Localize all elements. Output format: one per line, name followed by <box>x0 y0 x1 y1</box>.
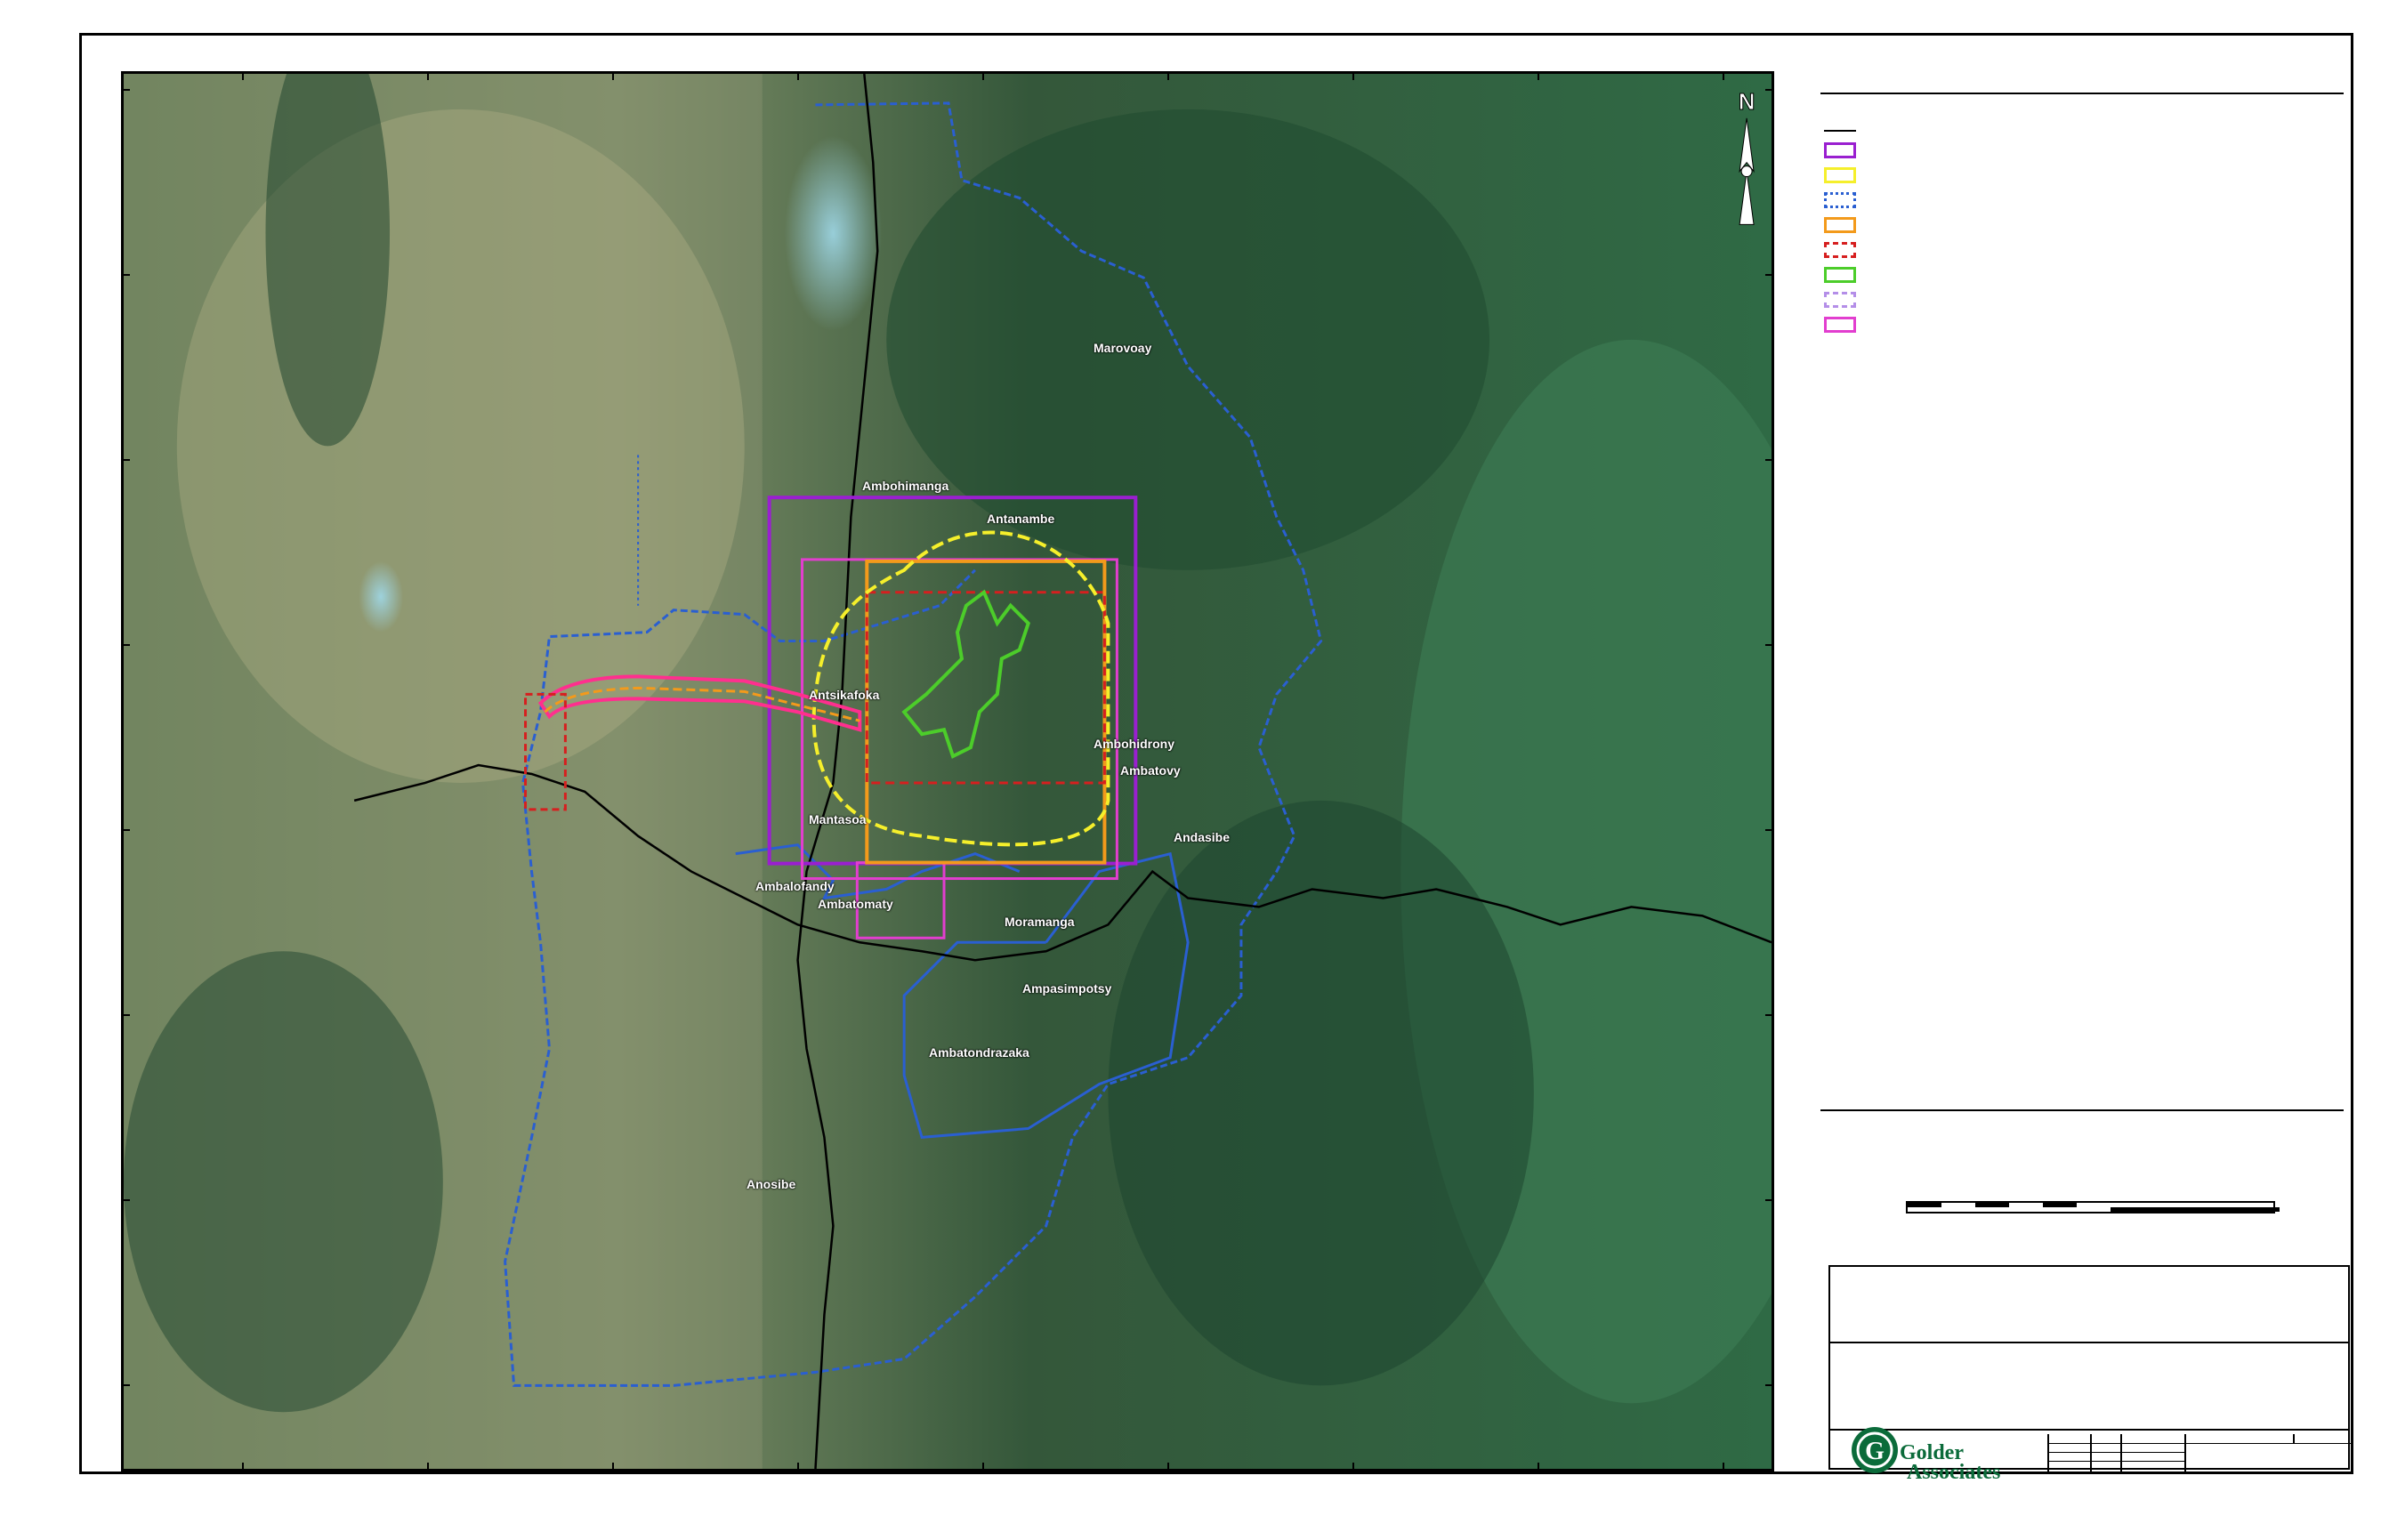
grid-tick <box>1765 459 1774 461</box>
title-block-divider <box>1830 1342 2348 1343</box>
place-label: Mantasoa <box>809 812 867 826</box>
grid-tick <box>427 1463 429 1471</box>
legend-bottom-rule <box>1820 1109 2344 1111</box>
svg-text:G: G <box>1865 1438 1885 1465</box>
legend-swatch-orange <box>1824 217 1856 233</box>
place-label: Ambatondrazaka <box>929 1045 1029 1060</box>
place-label: Ambohidrony <box>1094 737 1174 751</box>
scale-bar <box>1906 1201 2280 1213</box>
grid-tick <box>121 274 130 276</box>
forest-south <box>1108 800 1534 1386</box>
title-block: G <box>1828 1265 2352 1473</box>
place-label: Moramanga <box>1005 915 1075 929</box>
place-label: Marovoay <box>1094 341 1152 355</box>
legend-swatch-yellow <box>1824 167 1856 183</box>
grid-tick <box>121 1384 130 1386</box>
grid-tick <box>1765 89 1774 91</box>
company-wordmark-line2: Associates <box>1907 1461 2001 1484</box>
company-wordmark-line1: Golder <box>1900 1441 1964 1464</box>
grid-tick <box>121 89 130 91</box>
grid-tick <box>242 1463 244 1471</box>
svg-text:N: N <box>1739 90 1755 115</box>
golder-logo-icon: G <box>1852 1427 1898 1473</box>
grid-tick <box>797 71 799 80</box>
place-label: Ampasimpotsy <box>1022 981 1112 996</box>
grid-tick <box>1765 1384 1774 1386</box>
scale-segment <box>1975 1203 2009 1207</box>
legend-swatch-green <box>1824 267 1856 283</box>
grid-tick <box>797 1463 799 1471</box>
cloud-haze-small <box>359 560 403 633</box>
grassland-area <box>176 109 745 783</box>
place-label: Antanambe <box>987 512 1055 526</box>
place-label: Antsikafoka <box>809 688 880 702</box>
satellite-map[interactable]: N Marovoay Ambohimanga Antanambe Antsika… <box>121 71 1774 1471</box>
legend-swatch-purple <box>1824 142 1856 158</box>
scale-segment <box>1908 1203 1941 1207</box>
legend-top-rule <box>1820 93 2344 94</box>
scale-segment <box>2111 1207 2280 1212</box>
grid-tick <box>1167 1463 1169 1471</box>
forest-southwest <box>124 951 443 1413</box>
revision-table <box>2047 1434 2352 1471</box>
place-label: Andasibe <box>1174 830 1231 844</box>
map-canvas: N <box>124 74 1772 1469</box>
grid-tick <box>1765 1014 1774 1016</box>
grid-tick <box>612 71 614 80</box>
grid-tick <box>1765 829 1774 831</box>
grid-tick <box>1765 1199 1774 1201</box>
grid-tick <box>121 644 130 646</box>
legend-swatch-lilac-dashed <box>1824 292 1856 308</box>
grid-tick <box>121 829 130 831</box>
grid-tick <box>1538 71 1539 80</box>
grid-tick <box>121 1199 130 1201</box>
place-label: Ambatomaty <box>818 897 893 911</box>
legend-swatch-red-dashed <box>1824 242 1856 258</box>
grid-tick <box>121 1014 130 1016</box>
place-label: Ambalofandy <box>755 879 835 893</box>
grid-tick <box>982 71 984 80</box>
grid-tick <box>612 1463 614 1471</box>
grid-tick <box>1723 71 1724 80</box>
legend-swatch-magenta <box>1824 317 1856 333</box>
company-wordmark: Golder Associates <box>1900 1441 2001 1484</box>
grid-tick <box>1765 644 1774 646</box>
place-label: Ambohimanga <box>862 479 949 493</box>
forest-north <box>886 109 1490 570</box>
grid-tick <box>1723 1463 1724 1471</box>
grid-tick <box>121 459 130 461</box>
cloud-haze <box>784 135 883 331</box>
grid-tick <box>242 71 244 80</box>
grid-tick <box>982 1463 984 1471</box>
grid-tick <box>1352 71 1354 80</box>
legend-road-line <box>1824 130 1856 132</box>
grid-tick <box>1167 71 1169 80</box>
grid-tick <box>427 71 429 80</box>
scale-segment <box>2043 1203 2077 1207</box>
legend-swatch-blue-dotted <box>1824 192 1856 208</box>
grid-tick <box>1765 274 1774 276</box>
place-label: Anosibe <box>747 1177 796 1191</box>
grid-tick <box>1538 1463 1539 1471</box>
place-label: Ambatovy <box>1120 763 1181 778</box>
grid-tick <box>1352 1463 1354 1471</box>
